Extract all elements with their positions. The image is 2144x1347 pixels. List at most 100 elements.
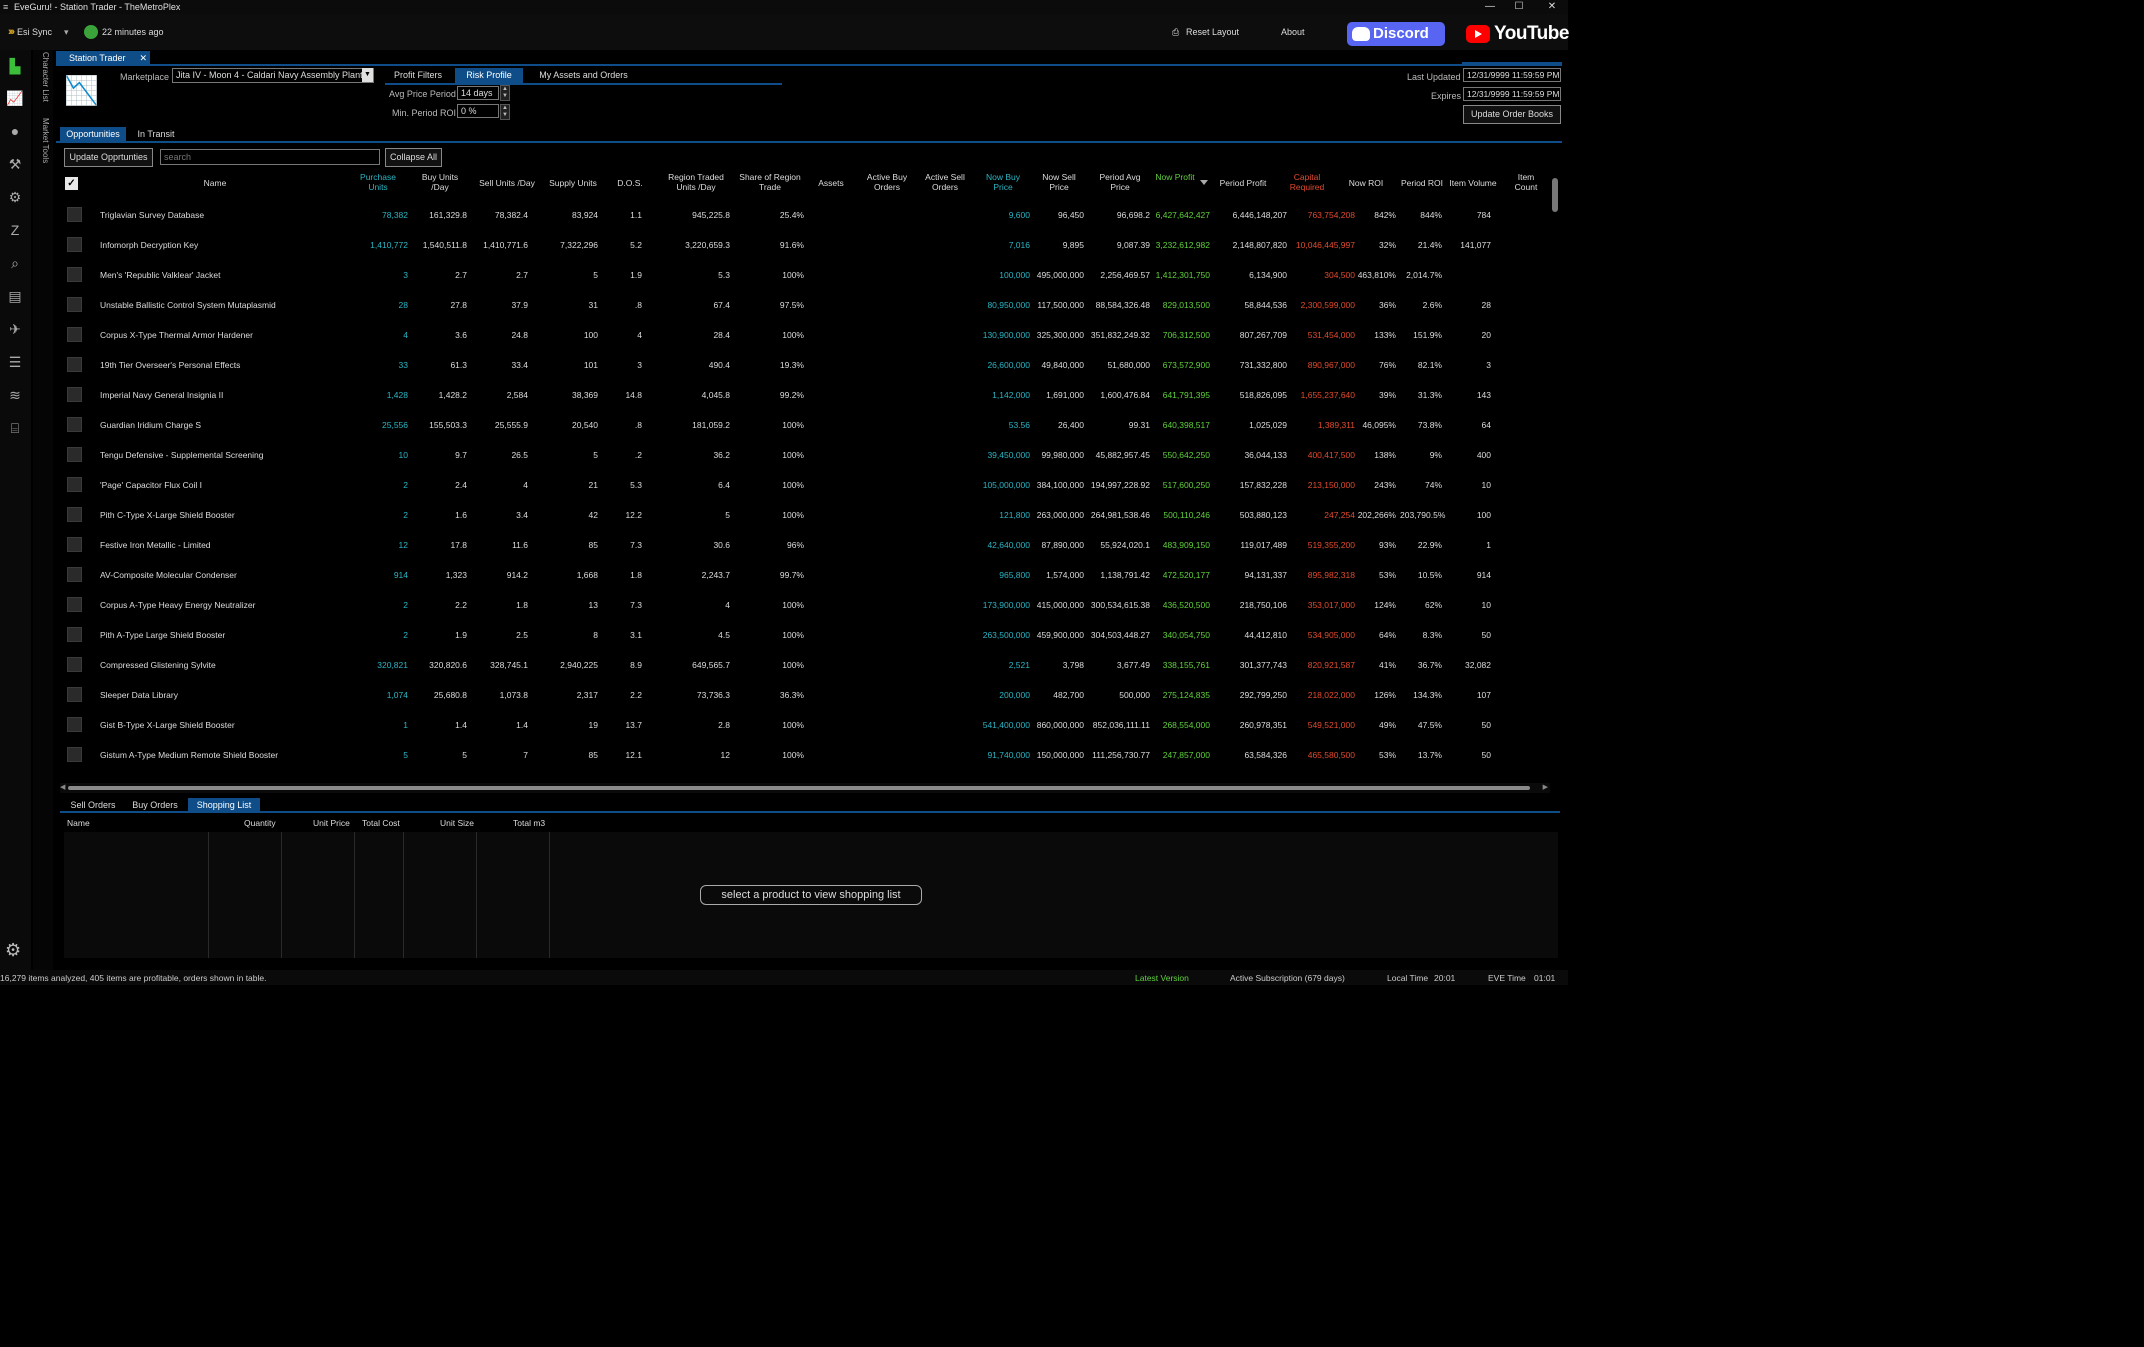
latest-version-link[interactable]: Latest Version: [1135, 973, 1189, 983]
table-row[interactable]: Men's 'Republic Valklear' Jacket 3 2.7 2.7 5…: [60, 260, 1544, 290]
row-checkbox[interactable]: [67, 477, 82, 492]
row-checkbox[interactable]: [67, 747, 82, 762]
table-row[interactable]: Pith A-Type Large Shield Booster 2 1.9 2.5 8…: [60, 620, 1544, 650]
row-checkbox[interactable]: [67, 297, 82, 312]
col-header-assets[interactable]: Assets: [810, 178, 852, 188]
row-checkbox[interactable]: [67, 207, 82, 222]
tab-profit-filters[interactable]: Profit Filters: [385, 68, 451, 83]
market-tools-tab[interactable]: Market Tools: [36, 118, 50, 163]
maximize-button[interactable]: ☐: [1504, 0, 1534, 14]
row-checkbox[interactable]: [67, 237, 82, 252]
table-row[interactable]: Triglavian Survey Database 78,382 161,329.…: [60, 200, 1544, 230]
sl-col-name[interactable]: Name: [67, 818, 90, 828]
row-checkbox[interactable]: [67, 357, 82, 372]
marketplace-select[interactable]: Jita IV - Moon 4 - Caldari Navy Assembly…: [172, 68, 374, 83]
tab-my-assets-orders[interactable]: My Assets and Orders: [530, 68, 637, 83]
table-row[interactable]: Imperial Navy General Insignia II 1,428 1,…: [60, 380, 1544, 410]
sl-col-total-cost[interactable]: Total Cost: [362, 818, 400, 828]
col-header-active-buy-orders[interactable]: Active Buy Orders: [860, 172, 914, 192]
update-opportunities-button[interactable]: Update Opprtunties: [64, 148, 153, 167]
row-checkbox[interactable]: [67, 657, 82, 672]
table-row[interactable]: Guardian Iridium Charge S 25,556 155,503.3…: [60, 410, 1544, 440]
table-row[interactable]: Sleeper Data Library 1,074 25,680.8 1,073.8…: [60, 680, 1544, 710]
table-row[interactable]: Corpus A-Type Heavy Energy Neutralizer 2 2…: [60, 590, 1544, 620]
list-icon[interactable]: ☰: [5, 353, 25, 371]
col-header-now-roi[interactable]: Now ROI: [1340, 178, 1392, 188]
col-header-item-count[interactable]: Item Count: [1508, 172, 1544, 192]
row-checkbox[interactable]: [67, 597, 82, 612]
col-header-d-o-s[interactable]: D.O.S.: [612, 178, 648, 188]
table-row[interactable]: 19th Tier Overseer's Personal Effects 33 6…: [60, 350, 1544, 380]
row-checkbox[interactable]: [67, 627, 82, 642]
row-checkbox[interactable]: [67, 387, 82, 402]
avg-price-period-input[interactable]: 14 days: [457, 86, 499, 100]
min-period-roi-input[interactable]: 0 %: [457, 104, 499, 118]
col-header-period-avg-price[interactable]: Period Avg Price: [1090, 172, 1150, 192]
col-header-active-sell-orders[interactable]: Active Sell Orders: [918, 172, 972, 192]
row-checkbox[interactable]: [67, 507, 82, 522]
search-input[interactable]: [160, 149, 380, 165]
youtube-button[interactable]: YouTube: [1466, 22, 1569, 46]
row-checkbox[interactable]: [67, 717, 82, 732]
tools-icon[interactable]: ⚒: [5, 155, 25, 173]
sl-col-quantity[interactable]: Quantity: [244, 818, 276, 828]
tab-sell-orders[interactable]: Sell Orders: [64, 798, 122, 812]
sl-col-unit-price[interactable]: Unit Price: [313, 818, 350, 828]
factory-icon[interactable]: ▙: [5, 57, 25, 75]
gear-box-icon[interactable]: ⚙: [5, 188, 25, 206]
col-header-item-volume[interactable]: Item Volume: [1444, 178, 1502, 188]
document-icon[interactable]: ▤: [5, 287, 25, 305]
tab-risk-profile[interactable]: Risk Profile: [455, 68, 523, 83]
z-icon[interactable]: Z: [5, 221, 25, 239]
ship-icon[interactable]: ✈: [5, 320, 25, 338]
update-order-books-button[interactable]: Update Order Books: [1463, 105, 1561, 124]
col-header-share-of-region-trade[interactable]: Share of Region Trade: [732, 172, 808, 192]
person-icon[interactable]: ●: [5, 122, 25, 140]
close-tab-icon[interactable]: ✕: [139, 51, 147, 65]
col-header-supply-units[interactable]: Supply Units: [542, 178, 604, 188]
collapse-all-button[interactable]: Collapse All: [385, 148, 442, 167]
scroll-thumb[interactable]: [68, 786, 1530, 790]
col-header-now-sell-price[interactable]: Now Sell Price: [1032, 172, 1086, 192]
sl-col-total-m3[interactable]: Total m3: [513, 818, 545, 828]
col-header-sell-units-day[interactable]: Sell Units /Day: [473, 178, 541, 188]
menu-icon[interactable]: ≡: [3, 2, 8, 12]
row-checkbox[interactable]: [67, 567, 82, 582]
row-checkbox[interactable]: [67, 537, 82, 552]
col-header-now-buy-price[interactable]: Now Buy Price: [976, 172, 1030, 192]
scroll-right-icon[interactable]: ▶: [1543, 783, 1548, 791]
reset-layout-button[interactable]: Reset Layout: [1186, 27, 1239, 37]
col-header-capital-required[interactable]: Capital Required: [1276, 172, 1338, 192]
col-header-now-profit[interactable]: Now Profit: [1150, 172, 1200, 182]
about-button[interactable]: About: [1281, 27, 1305, 37]
caret-down-icon[interactable]: ▾: [64, 27, 69, 38]
row-checkbox[interactable]: [67, 447, 82, 462]
search-doc-icon[interactable]: ⌸: [5, 419, 25, 437]
station-trader-tab[interactable]: Station Trader ✕: [56, 51, 150, 65]
row-checkbox[interactable]: [67, 327, 82, 342]
tab-buy-orders[interactable]: Buy Orders: [128, 798, 182, 812]
row-checkbox[interactable]: [67, 687, 82, 702]
col-header-period-roi[interactable]: Period ROI: [1396, 178, 1448, 188]
col-header-purchase-units[interactable]: Purchase Units: [350, 172, 406, 192]
chevron-down-icon[interactable]: ▼: [362, 68, 373, 82]
table-row[interactable]: Festive Iron Metallic - Limited 12 17.8 11.…: [60, 530, 1544, 560]
table-row[interactable]: AV-Composite Molecular Condenser 914 1,323…: [60, 560, 1544, 590]
col-header-period-profit[interactable]: Period Profit: [1210, 178, 1276, 188]
table-row[interactable]: Gist B-Type X-Large Shield Booster 1 1.4 1.…: [60, 710, 1544, 740]
esi-sync-button[interactable]: ››› Esi Sync ▾: [8, 26, 69, 38]
scroll-left-icon[interactable]: ◀: [60, 783, 65, 791]
table-row[interactable]: Unstable Ballistic Control System Mutapl…: [60, 290, 1544, 320]
table-row[interactable]: Compressed Glistening Sylvite 320,821 320,…: [60, 650, 1544, 680]
row-checkbox[interactable]: [67, 267, 82, 282]
col-header-buy-units-day[interactable]: Buy Units /Day: [412, 172, 468, 192]
chart-icon[interactable]: 📈: [5, 89, 25, 107]
settings-gear-icon[interactable]: ⚙: [5, 940, 21, 961]
horizontal-scrollbar[interactable]: ◀ ▶: [60, 783, 1550, 793]
col-header-name[interactable]: Name: [150, 178, 280, 188]
table-row[interactable]: Corpus X-Type Thermal Armor Hardener 4 3.6…: [60, 320, 1544, 350]
col-header-region-traded-units-day[interactable]: Region Traded Units /Day: [660, 172, 732, 192]
table-row[interactable]: Tengu Defensive - Supplemental Screening…: [60, 440, 1544, 470]
sl-col-unit-size[interactable]: Unit Size: [440, 818, 474, 828]
table-row[interactable]: Infomorph Decryption Key 1,410,772 1,540,5…: [60, 230, 1544, 260]
